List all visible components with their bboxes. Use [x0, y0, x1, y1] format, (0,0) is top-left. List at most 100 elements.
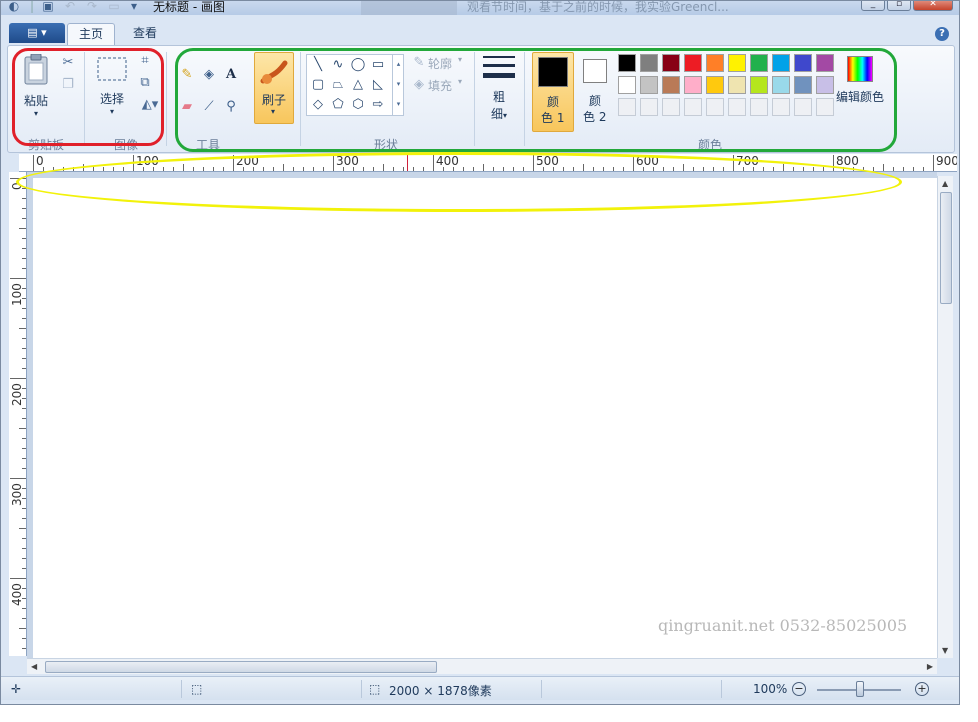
- color2-button[interactable]: 颜 色 2: [578, 52, 614, 132]
- size-button[interactable]: 粗 细▾: [480, 52, 518, 132]
- palette-color-swatch[interactable]: [706, 98, 724, 116]
- pencil-icon[interactable]: ✎: [178, 66, 196, 84]
- magnifier-icon[interactable]: ⚲: [222, 98, 240, 116]
- palette-color-swatch[interactable]: [662, 98, 680, 116]
- arrow-shape-icon[interactable]: ⇨: [369, 96, 387, 114]
- undo-icon[interactable]: ↶: [63, 1, 77, 13]
- palette-color-swatch[interactable]: [662, 54, 680, 72]
- crop-icon[interactable]: ⌗: [136, 52, 154, 70]
- minimize-button[interactable]: _: [861, 1, 885, 11]
- palette-color-swatch[interactable]: [706, 54, 724, 72]
- size-dropdown-icon: ▾: [503, 111, 508, 120]
- palette-color-swatch[interactable]: [618, 54, 636, 72]
- vertical-scroll-thumb[interactable]: [940, 192, 952, 304]
- palette-color-swatch[interactable]: [750, 76, 768, 94]
- palette-color-swatch[interactable]: [618, 98, 636, 116]
- paste-button[interactable]: 粘贴 ▾: [18, 52, 54, 122]
- copy-icon[interactable]: ❐: [59, 76, 77, 94]
- ruler-tick: [22, 368, 26, 369]
- curve-shape-icon[interactable]: ∿: [329, 56, 347, 74]
- palette-color-swatch[interactable]: [684, 54, 702, 72]
- ruler-tick: [19, 428, 26, 429]
- redo-icon[interactable]: ↷: [85, 1, 99, 13]
- palette-color-swatch[interactable]: [794, 54, 812, 72]
- palette-color-swatch[interactable]: [772, 98, 790, 116]
- palette-color-swatch[interactable]: [618, 76, 636, 94]
- right-triangle-shape-icon[interactable]: ◺: [369, 76, 387, 94]
- palette-color-swatch[interactable]: [794, 76, 812, 94]
- palette-color-swatch[interactable]: [706, 76, 724, 94]
- select-button[interactable]: 选择 ▾: [92, 52, 132, 122]
- cut-icon[interactable]: ✂: [59, 54, 77, 72]
- ruler-tick: [293, 167, 294, 171]
- palette-color-swatch[interactable]: [684, 98, 702, 116]
- scroll-left-icon[interactable]: ◀: [31, 662, 37, 671]
- brush-icon: [260, 60, 288, 84]
- scroll-down-icon[interactable]: ▼: [942, 646, 948, 655]
- palette-color-swatch[interactable]: [816, 98, 834, 116]
- line-shape-icon[interactable]: ╲: [309, 56, 327, 74]
- watermark: qingruanit.net 0532-85025005: [658, 616, 908, 635]
- fill-bucket-icon[interactable]: ◈: [200, 66, 218, 84]
- zoom-in-button[interactable]: +: [915, 682, 929, 696]
- outline-label[interactable]: 轮廓: [428, 55, 452, 72]
- fill-label[interactable]: 填充: [428, 77, 452, 94]
- rotate-icon[interactable]: ◭▾: [138, 96, 162, 114]
- palette-color-swatch[interactable]: [772, 76, 790, 94]
- file-menu-button[interactable]: ▤ ▾: [9, 23, 65, 43]
- palette-color-swatch[interactable]: [728, 76, 746, 94]
- fill-icon[interactable]: ◈: [410, 76, 428, 94]
- close-button[interactable]: ✕: [913, 1, 953, 11]
- ruler-tick: [803, 167, 804, 171]
- tab-home[interactable]: 主页: [67, 23, 115, 45]
- polygon-shape-icon[interactable]: ⏢: [329, 76, 347, 94]
- scroll-right-icon[interactable]: ▶: [927, 662, 933, 671]
- customize-qat-icon[interactable]: ▾: [127, 1, 141, 13]
- new-icon[interactable]: ▭: [107, 1, 121, 13]
- hexagon-shape-icon[interactable]: ⬡: [349, 96, 367, 114]
- help-icon[interactable]: ?: [935, 27, 949, 41]
- outline-icon[interactable]: ✎: [410, 54, 428, 72]
- diamond-shape-icon[interactable]: ◇: [309, 96, 327, 114]
- ruler-tick: [523, 167, 524, 171]
- oval-shape-icon[interactable]: ◯: [349, 56, 367, 74]
- zoom-slider-thumb[interactable]: [856, 681, 864, 697]
- maximize-button[interactable]: ▫: [887, 1, 911, 11]
- text-tool-icon[interactable]: A: [222, 66, 240, 84]
- color-spectrum-icon: [847, 56, 873, 82]
- color-picker-icon[interactable]: ⟋: [200, 98, 218, 116]
- drawing-canvas[interactable]: [33, 178, 937, 658]
- brush-button[interactable]: 刷子 ▾: [254, 52, 294, 124]
- palette-color-swatch[interactable]: [794, 98, 812, 116]
- palette-color-swatch[interactable]: [816, 54, 834, 72]
- ruler-label: 700: [736, 154, 759, 168]
- palette-color-swatch[interactable]: [662, 76, 680, 94]
- horizontal-scrollbar[interactable]: ◀ ▶: [27, 658, 937, 674]
- palette-color-swatch[interactable]: [816, 76, 834, 94]
- size-label-line2: 细: [490, 107, 503, 121]
- scroll-up-icon[interactable]: ▲: [942, 179, 948, 188]
- palette-color-swatch[interactable]: [728, 98, 746, 116]
- tab-view[interactable]: 查看: [123, 23, 167, 45]
- palette-color-swatch[interactable]: [640, 98, 658, 116]
- color1-button[interactable]: 颜 色 1: [532, 52, 574, 132]
- horizontal-scroll-thumb[interactable]: [45, 661, 437, 673]
- shapes-scroll[interactable]: ▴ ▾ ▾: [392, 54, 404, 116]
- vertical-scrollbar[interactable]: ▲ ▼: [937, 176, 953, 658]
- palette-color-swatch[interactable]: [772, 54, 790, 72]
- rounded-rectangle-shape-icon[interactable]: ▢: [309, 76, 327, 94]
- edit-colors-button[interactable]: 编辑颜色: [836, 52, 884, 108]
- eraser-icon[interactable]: ▰: [178, 98, 196, 116]
- palette-color-swatch[interactable]: [640, 54, 658, 72]
- palette-color-swatch[interactable]: [750, 98, 768, 116]
- save-icon[interactable]: ▣: [41, 1, 55, 13]
- zoom-out-button[interactable]: −: [792, 682, 806, 696]
- palette-color-swatch[interactable]: [684, 76, 702, 94]
- resize-icon[interactable]: ⧉: [136, 74, 154, 92]
- palette-color-swatch[interactable]: [640, 76, 658, 94]
- palette-color-swatch[interactable]: [728, 54, 746, 72]
- triangle-shape-icon[interactable]: △: [349, 76, 367, 94]
- palette-color-swatch[interactable]: [750, 54, 768, 72]
- rectangle-shape-icon[interactable]: ▭: [369, 56, 387, 74]
- pentagon-shape-icon[interactable]: ⬠: [329, 96, 347, 114]
